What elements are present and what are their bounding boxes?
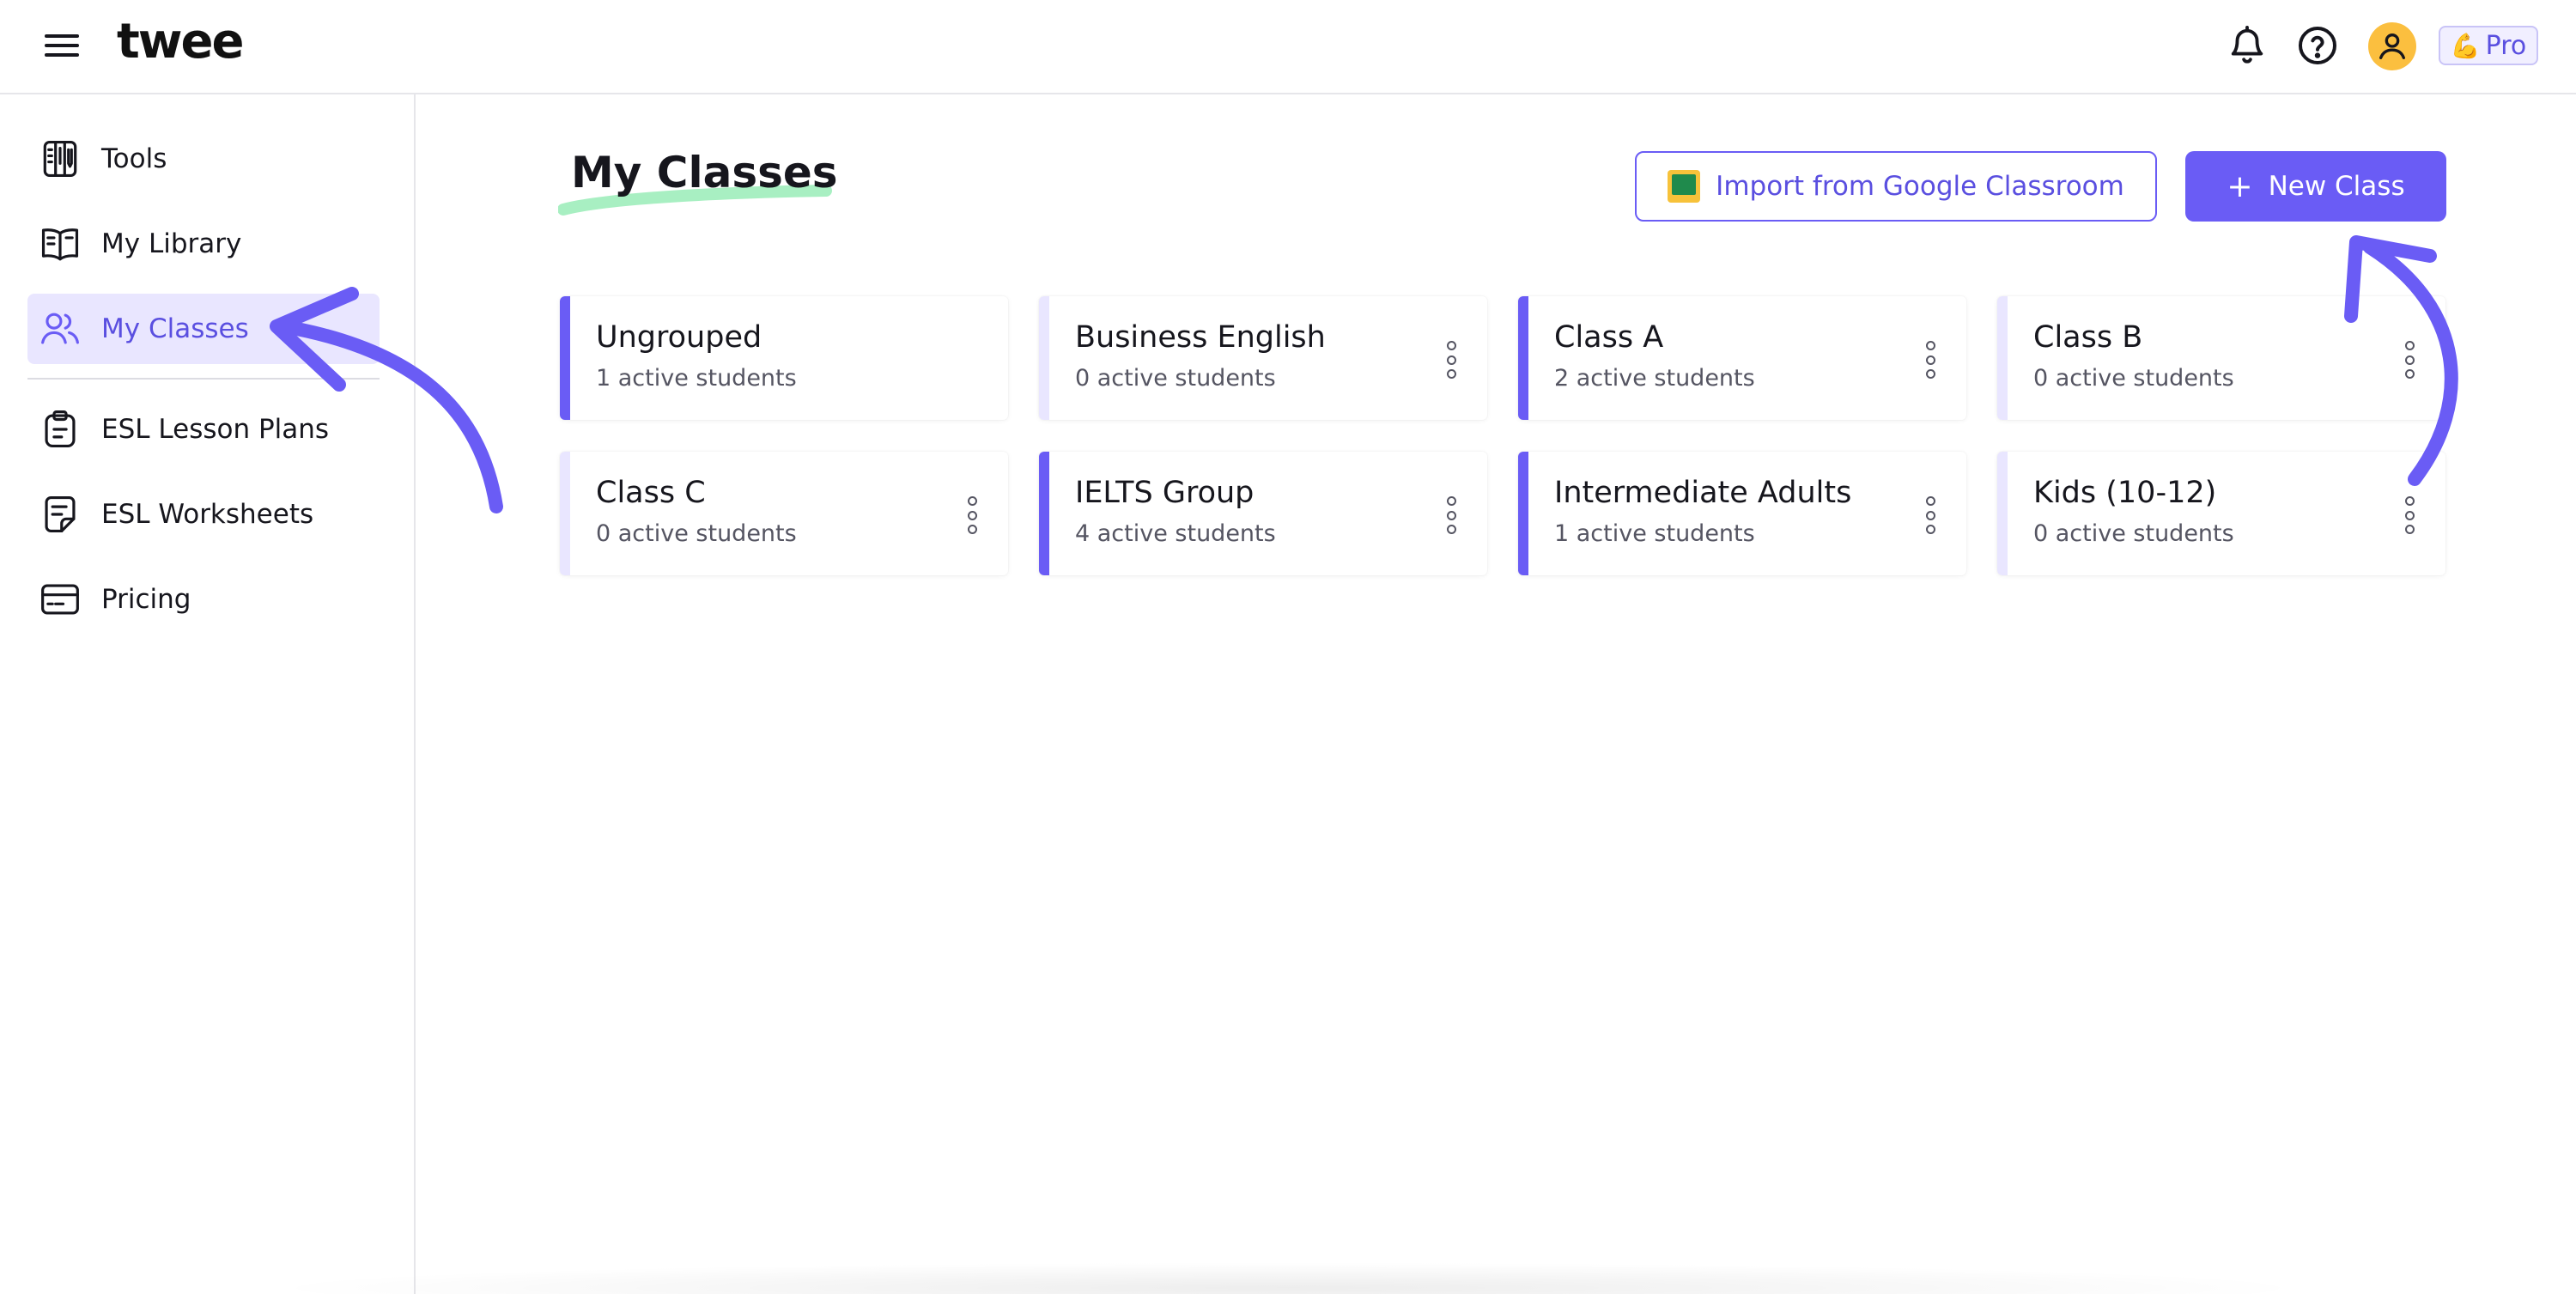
card-accent-bar <box>1039 452 1049 575</box>
class-card-intermediate-adults[interactable]: Intermediate Adults 1 active students <box>1518 452 1966 575</box>
users-icon <box>39 308 81 349</box>
book-icon <box>39 223 81 264</box>
more-options-icon[interactable] <box>2399 341 2420 379</box>
help-icon[interactable] <box>2296 24 2339 67</box>
class-name: Class B <box>2033 320 2143 355</box>
google-classroom-icon <box>1668 170 1701 203</box>
sidebar-item-label: My Library <box>101 228 242 259</box>
tools-icon <box>39 138 81 179</box>
class-student-count: 1 active students <box>596 365 797 392</box>
clipboard-icon <box>39 409 81 450</box>
new-class-label: New Class <box>2268 171 2405 202</box>
card-accent-bar <box>1518 452 1528 575</box>
menu-icon[interactable] <box>43 31 82 60</box>
more-options-icon[interactable] <box>962 496 982 534</box>
sidebar-item-label: ESL Worksheets <box>101 499 314 530</box>
class-card-class-c[interactable]: Class C 0 active students <box>560 452 1008 575</box>
plus-icon: + <box>2227 168 2253 204</box>
user-avatar-icon[interactable] <box>2368 22 2416 70</box>
class-name: Business English <box>1075 320 1326 355</box>
sidebar-item-label: My Classes <box>101 313 249 344</box>
sidebar-item-pricing[interactable]: Pricing <box>27 564 380 635</box>
flexed-bicep-icon: 💪 <box>2450 31 2481 60</box>
class-name: Kids (10-12) <box>2033 476 2217 510</box>
class-card-class-a[interactable]: Class A 2 active students <box>1518 296 1966 420</box>
class-card-class-b[interactable]: Class B 0 active students <box>1997 296 2445 420</box>
pro-badge[interactable]: 💪 Pro <box>2439 26 2538 65</box>
sidebar-item-my-library[interactable]: My Library <box>27 209 380 279</box>
class-card-ielts-group[interactable]: IELTS Group 4 active students <box>1039 452 1487 575</box>
sidebar-divider <box>27 378 380 380</box>
class-card-business-english[interactable]: Business English 0 active students <box>1039 296 1487 420</box>
sidebar-item-esl-worksheets[interactable]: ESL Worksheets <box>27 479 380 550</box>
sidebar-item-label: Pricing <box>101 584 191 615</box>
sidebar-item-esl-lesson-plans[interactable]: ESL Lesson Plans <box>27 394 380 465</box>
card-accent-bar <box>1997 296 2008 420</box>
more-options-icon[interactable] <box>1441 496 1461 534</box>
card-icon <box>39 579 81 620</box>
class-name: Intermediate Adults <box>1554 476 1852 510</box>
card-accent-bar <box>1997 452 2008 575</box>
pro-label: Pro <box>2485 30 2527 61</box>
sidebar-item-my-classes[interactable]: My Classes <box>27 294 380 364</box>
class-student-count: 1 active students <box>1554 520 1755 547</box>
class-name: Ungrouped <box>596 320 762 355</box>
new-class-button[interactable]: + New Class <box>2185 151 2446 222</box>
sidebar-item-label: ESL Lesson Plans <box>101 414 330 445</box>
app-logo[interactable]: twee <box>117 14 244 70</box>
card-accent-bar <box>1039 296 1049 420</box>
card-accent-bar <box>560 296 570 420</box>
class-student-count: 0 active students <box>596 520 797 547</box>
sidebar: Tools My Library My Classes ESL Lesson P… <box>0 94 416 1294</box>
class-name: Class A <box>1554 320 1664 355</box>
import-google-classroom-button[interactable]: Import from Google Classroom <box>1635 151 2157 222</box>
import-button-label: Import from Google Classroom <box>1716 171 2124 202</box>
more-options-icon[interactable] <box>1920 496 1941 534</box>
card-accent-bar <box>1518 296 1528 420</box>
bottom-shadow <box>258 1262 2318 1294</box>
class-student-count: 0 active students <box>2033 520 2234 547</box>
sidebar-item-tools[interactable]: Tools <box>27 124 380 194</box>
class-name: IELTS Group <box>1075 476 1255 510</box>
sidebar-item-label: Tools <box>101 143 167 174</box>
class-student-count: 0 active students <box>2033 365 2234 392</box>
class-name: Class C <box>596 476 706 510</box>
worksheet-icon <box>39 494 81 535</box>
class-student-count: 4 active students <box>1075 520 1276 547</box>
bell-icon[interactable] <box>2226 24 2269 67</box>
class-card-kids-10-12[interactable]: Kids (10-12) 0 active students <box>1997 452 2445 575</box>
class-card-ungrouped[interactable]: Ungrouped 1 active students <box>560 296 1008 420</box>
top-bar: twee 💪 Pro <box>0 0 2576 94</box>
page-title: My Classes <box>571 148 838 197</box>
more-options-icon[interactable] <box>1920 341 1941 379</box>
more-options-icon[interactable] <box>2399 496 2420 534</box>
card-accent-bar <box>560 452 570 575</box>
more-options-icon[interactable] <box>1441 341 1461 379</box>
class-student-count: 2 active students <box>1554 365 1755 392</box>
class-student-count: 0 active students <box>1075 365 1276 392</box>
